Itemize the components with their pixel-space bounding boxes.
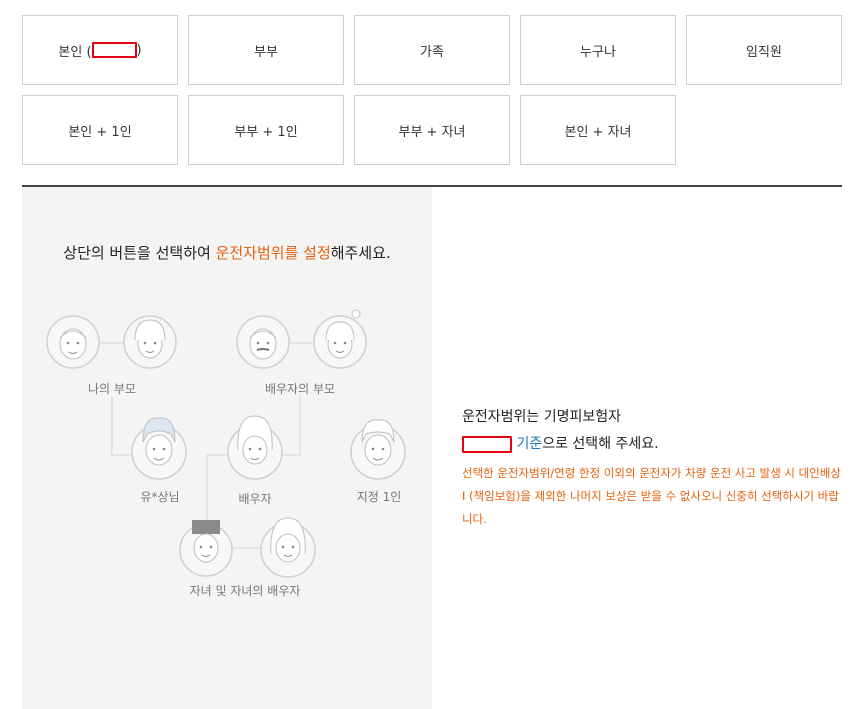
- label-insured: 유*상님: [140, 490, 180, 504]
- label-my-parents: 나의 부모: [88, 382, 136, 396]
- spouse-grandfather-icon: [236, 315, 290, 369]
- info-line2-rest: 으로 선택해 주세요.: [542, 436, 659, 452]
- label-spouse-parents: 배우자의 부모: [264, 382, 336, 396]
- child-spouse-icon: [260, 517, 316, 578]
- info-line2: 기준으로 선택해 주세요.: [462, 433, 659, 453]
- child-icon: [179, 520, 233, 577]
- grandmother-icon: [123, 315, 177, 369]
- redacted-insured-name: [462, 435, 512, 453]
- label-children: 자녀 및 자녀의 배우자: [189, 584, 301, 598]
- insured-person-icon: [131, 417, 187, 480]
- info-line1: 운전자범위는 기명피보험자: [462, 409, 622, 425]
- grandfather-icon: [46, 315, 100, 369]
- spouse-grandmother-icon: [313, 309, 367, 369]
- info-basis: 기준: [516, 436, 543, 452]
- label-designated: 지정 1인: [356, 490, 402, 504]
- designated-person-icon: [350, 419, 406, 480]
- warning-text: 선택한 운전자범위/연령 한정 이외의 운전자가 차량 운전 사고 발생 시 대…: [462, 466, 841, 526]
- spouse-icon: [227, 415, 283, 480]
- label-spouse: 배우자: [238, 492, 272, 506]
